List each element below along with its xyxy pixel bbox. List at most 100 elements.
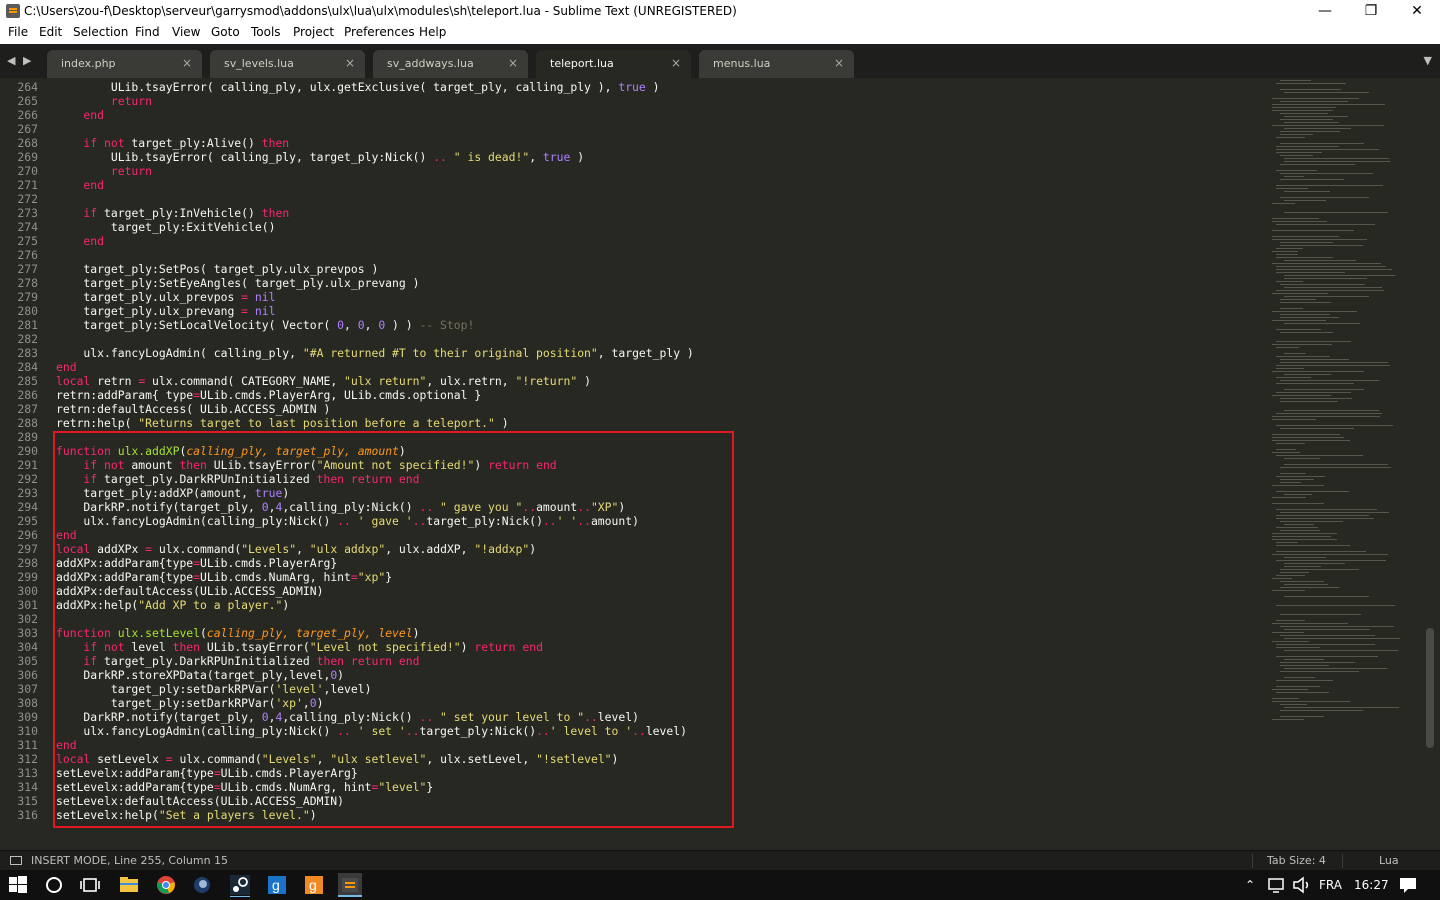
code-line[interactable]: local retrn = ulx.command( CATEGORY_NAME… <box>56 374 694 388</box>
status-divider <box>1252 854 1253 868</box>
minimap-line <box>1280 101 1348 102</box>
tab-close-icon[interactable]: × <box>508 56 518 70</box>
code-line[interactable]: retrn:help( "Returns target to last posi… <box>56 416 694 430</box>
tab-index-php[interactable]: index.php × <box>47 50 202 78</box>
tab-menus-lua[interactable]: menus.lua × <box>699 50 854 78</box>
code-line[interactable]: ULib.tsayError( calling_ply, target_ply:… <box>56 150 694 164</box>
tab-close-icon[interactable]: × <box>345 56 355 70</box>
line-number: 300 <box>17 584 38 598</box>
code-token: return <box>56 164 153 178</box>
code-line[interactable]: target_ply:SetEyeAngles( target_ply.ulx_… <box>56 276 694 290</box>
app-icon[interactable] <box>190 873 214 897</box>
gmod-icon[interactable]: g <box>265 873 289 897</box>
line-number: 280 <box>17 304 38 318</box>
sublime-text-taskbar-icon[interactable] <box>338 873 362 897</box>
line-number: 312 <box>17 752 38 766</box>
code-line[interactable] <box>56 122 694 136</box>
menu-tools[interactable]: Tools <box>251 25 281 39</box>
tab-label: sv_levels.lua <box>224 57 294 70</box>
tab-sv-addways-lua[interactable]: sv_addways.lua × <box>373 50 528 78</box>
tab-teleport-lua[interactable]: teleport.lua × <box>536 50 691 78</box>
menu-help[interactable]: Help <box>419 25 446 39</box>
menu-view[interactable]: View <box>172 25 200 39</box>
input-language[interactable]: FRA <box>1319 878 1342 892</box>
windows-start-icon[interactable] <box>6 873 30 897</box>
minimap-line <box>1276 392 1351 393</box>
code-line[interactable]: if target_ply:InVehicle() then <box>56 206 694 220</box>
code-line[interactable]: ULib.tsayError( calling_ply, ulx.getExcl… <box>56 80 694 94</box>
minimap-line <box>1272 203 1295 204</box>
code-line[interactable]: target_ply:SetLocalVelocity( Vector( 0, … <box>56 318 694 332</box>
menu-preferences[interactable]: Preferences <box>344 25 415 39</box>
network-icon[interactable] <box>1264 873 1288 897</box>
show-hidden-icons-icon[interactable]: ⌃ <box>1245 878 1255 892</box>
code-line[interactable] <box>56 332 694 346</box>
forward-arrow-icon[interactable]: ▶ <box>23 54 31 67</box>
vertical-scrollbar[interactable] <box>1426 628 1434 748</box>
menu-goto[interactable]: Goto <box>211 25 240 39</box>
code-line[interactable]: end <box>56 178 694 192</box>
code-line[interactable]: return <box>56 164 694 178</box>
code-line[interactable]: target_ply.ulx_prevpos = nil <box>56 290 694 304</box>
back-arrow-icon[interactable]: ◀ <box>7 54 15 67</box>
code-line[interactable]: target_ply:ExitVehicle() <box>56 220 694 234</box>
tab-close-icon[interactable]: × <box>834 56 844 70</box>
minimap-line <box>1276 383 1354 384</box>
code-line[interactable]: retrn:addParam{ type=ULib.cmds.PlayerArg… <box>56 388 694 402</box>
line-number: 291 <box>17 458 38 472</box>
gmod-orange-icon[interactable]: g <box>302 873 326 897</box>
code-line[interactable]: target_ply.ulx_prevang = nil <box>56 304 694 318</box>
syntax-selector[interactable]: Lua <box>1379 854 1399 867</box>
minimap-line <box>1280 284 1365 285</box>
panel-toggle-icon[interactable] <box>10 856 22 865</box>
clock[interactable]: 16:27 <box>1354 878 1389 892</box>
code-line[interactable]: end <box>56 234 694 248</box>
code-token: "!return" <box>515 374 578 388</box>
minimap-line <box>1284 278 1367 279</box>
code-token: target_ply.ulx_prevpos <box>56 290 242 304</box>
file-explorer-icon[interactable] <box>117 873 141 897</box>
code-line[interactable]: retrn:defaultAccess( ULib.ACCESS_ADMIN ) <box>56 402 694 416</box>
line-number: 307 <box>17 682 38 696</box>
code-line[interactable]: end <box>56 108 694 122</box>
minimap-line <box>1276 254 1298 255</box>
code-line[interactable]: target_ply:SetPos( target_ply.ulx_prevpo… <box>56 262 694 276</box>
minimap-line <box>1280 359 1349 360</box>
code-editor[interactable]: 264 265 266 267 268 269 270 271 272 273 274 275 276 2… <box>0 78 1440 850</box>
tab-sv-levels-lua[interactable]: sv_levels.lua × <box>210 50 365 78</box>
tab-close-icon[interactable]: × <box>182 56 192 70</box>
menu-edit[interactable]: Edit <box>39 25 62 39</box>
minimap-line <box>1284 191 1330 192</box>
code-line[interactable] <box>56 192 694 206</box>
menu-selection[interactable]: Selection <box>73 25 128 39</box>
code-line[interactable]: return <box>56 94 694 108</box>
status-bar: INSERT MODE, Line 255, Column 15 Tab Siz… <box>0 850 1440 871</box>
close-button[interactable]: ✕ <box>1394 0 1440 24</box>
minimize-button[interactable]: — <box>1302 0 1348 24</box>
chrome-icon[interactable] <box>154 873 178 897</box>
maximize-button[interactable]: ❐ <box>1348 0 1394 24</box>
volume-icon[interactable] <box>1290 873 1314 897</box>
action-center-icon[interactable] <box>1396 873 1420 897</box>
menu-find[interactable]: Find <box>135 25 160 39</box>
search-cortana-icon[interactable] <box>42 873 66 897</box>
minimap-line <box>1272 497 1306 498</box>
code-line[interactable] <box>56 248 694 262</box>
code-line[interactable]: ulx.fancyLogAdmin( calling_ply, "#A retu… <box>56 346 693 360</box>
tab-close-icon[interactable]: × <box>671 56 681 70</box>
code-line[interactable]: if not target_ply:Alive() then <box>56 136 694 150</box>
minimap-line <box>1280 512 1389 513</box>
menu-file[interactable]: File <box>8 25 28 39</box>
task-view-icon[interactable] <box>78 873 102 897</box>
tab-list-dropdown-icon[interactable]: ▼ <box>1424 54 1432 67</box>
minimap-line <box>1276 413 1382 414</box>
minimap-line <box>1276 644 1375 645</box>
minimap-line <box>1284 92 1369 93</box>
code-token: true <box>618 80 646 94</box>
menu-project[interactable]: Project <box>293 25 334 39</box>
minimap-line <box>1280 143 1364 144</box>
steam-icon[interactable] <box>228 873 252 897</box>
tab-size-selector[interactable]: Tab Size: 4 <box>1267 854 1326 867</box>
code-line[interactable]: end <box>56 360 694 374</box>
minimap[interactable] <box>1272 80 1412 720</box>
